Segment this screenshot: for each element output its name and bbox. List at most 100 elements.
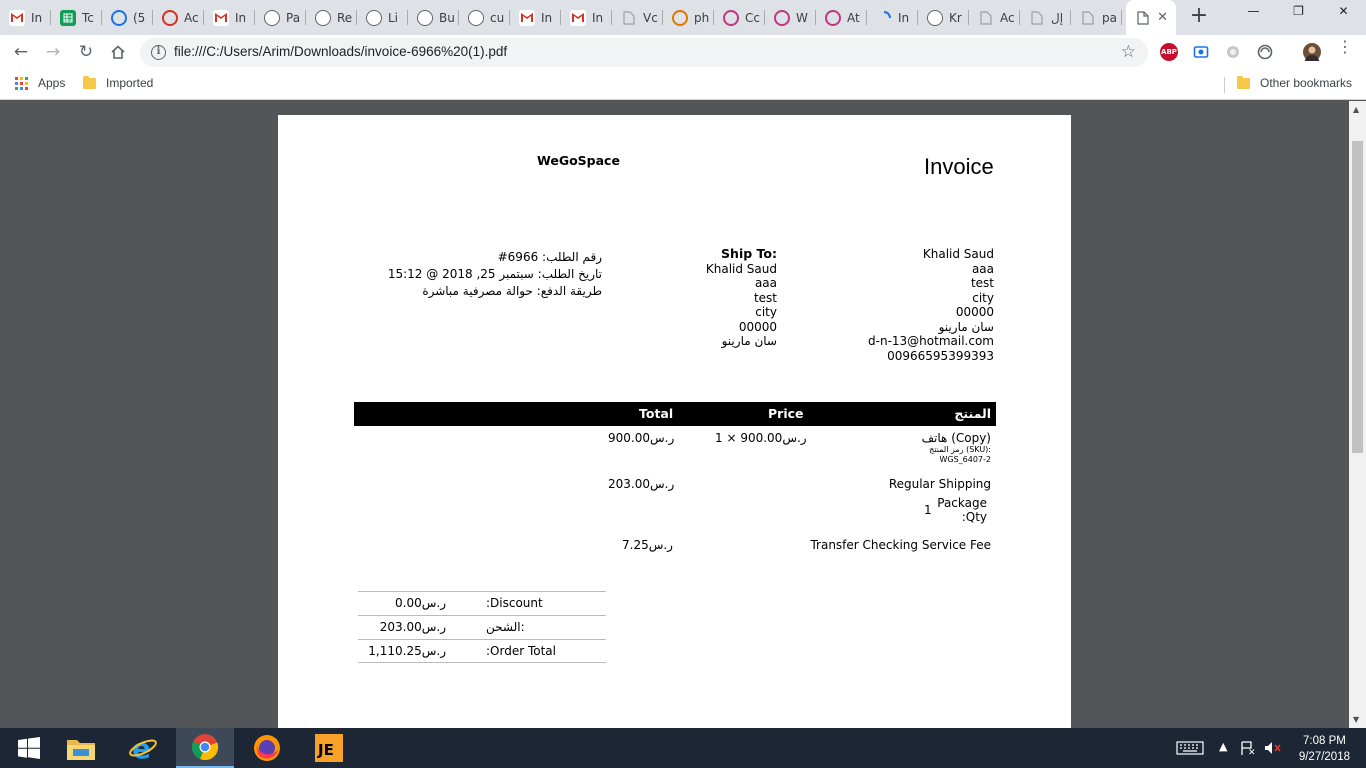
ship-to-line: 00000 — [738, 319, 777, 334]
site-icon — [315, 9, 331, 26]
tab-title: Vc — [643, 10, 658, 25]
taskbar-jetbrains[interactable]: JE — [300, 728, 358, 768]
url-text[interactable]: file:///C:/Users/Arim/Downloads/invoice-… — [174, 44, 507, 59]
taskbar-internet-explorer[interactable]: e — [114, 728, 172, 768]
tab-19[interactable]: Kr — [918, 0, 969, 35]
arrow-right-icon: → — [45, 42, 61, 62]
notification-flag-icon[interactable]: ✕ — [1240, 741, 1256, 758]
tab-16[interactable]: W — [765, 0, 816, 35]
taskbar-firefox[interactable] — [238, 728, 296, 768]
item-name: Transfer Checking Service Fee — [810, 538, 991, 552]
restore-icon[interactable]: ❐ — [1276, 0, 1321, 22]
jetbrains-icon: JE — [315, 734, 343, 762]
tab-6[interactable]: Pa — [255, 0, 306, 35]
totals-value: ر.س0.00 — [395, 596, 446, 610]
item-meta-label-line2: :Qty — [961, 510, 987, 524]
taskbar-chrome[interactable] — [176, 728, 234, 768]
instagram-icon — [774, 9, 790, 26]
tab-12[interactable]: In — [561, 0, 612, 35]
start-button[interactable] — [0, 728, 58, 768]
mail-icon — [111, 9, 127, 26]
column-total: Total — [639, 406, 674, 421]
totals-row-discount: ر.س0.00 :Discount — [358, 591, 606, 615]
items-table-header: المنتج Price Total — [354, 402, 996, 426]
tab-8[interactable]: Li — [357, 0, 408, 35]
browser-menu-icon[interactable]: ⋮ — [1337, 39, 1353, 55]
bookmark-star-icon[interactable]: ☆ — [1121, 42, 1136, 62]
reload-button[interactable]: ↻ — [74, 40, 98, 64]
svg-text:JE: JE — [317, 741, 334, 759]
document-icon — [1029, 10, 1045, 26]
new-tab-button[interactable]: + — [1188, 5, 1210, 28]
billing-address: Khalid Saud aaa test city 00000 سان ماري… — [868, 247, 994, 363]
tab-title: Li — [388, 10, 399, 25]
apps-grid-icon — [15, 76, 28, 90]
back-button[interactable]: ← — [9, 40, 33, 64]
tab-13[interactable]: Vc — [612, 0, 663, 35]
bookmark-apps[interactable]: Apps — [15, 76, 65, 90]
tab-9[interactable]: Bu — [408, 0, 459, 35]
keyboard-icon[interactable] — [1176, 741, 1204, 758]
tray-overflow-icon[interactable]: ▲ — [1219, 740, 1227, 753]
tab-5[interactable]: In — [204, 0, 255, 35]
tab-4[interactable]: Ac — [153, 0, 204, 35]
extension-vpn-icon[interactable] — [1256, 43, 1274, 61]
close-tab-icon[interactable]: ✕ — [1157, 10, 1168, 25]
gmail-icon — [9, 9, 25, 26]
screenshot-extension-icon[interactable] — [1192, 43, 1210, 61]
site-icon — [417, 9, 433, 26]
order-date: تاريخ الطلب: سبتمبر 25, 2018 @ 15:12 — [387, 267, 602, 281]
tab-20[interactable]: Ac — [969, 0, 1020, 35]
tab-title: Kr — [949, 10, 962, 25]
tab-14[interactable]: ph — [663, 0, 714, 35]
viewer-scrollbar[interactable]: ▲ ▼ — [1349, 101, 1366, 728]
file-explorer-icon — [67, 740, 95, 760]
minimize-icon[interactable]: — — [1231, 0, 1276, 22]
scroll-thumb[interactable] — [1352, 141, 1363, 453]
address-bar[interactable]: i file:///C:/Users/Arim/Downloads/invoic… — [140, 38, 1148, 67]
billing-phone: 00966595399393 — [887, 348, 994, 363]
scroll-up-icon[interactable]: ▲ — [1353, 105, 1359, 114]
home-button[interactable] — [106, 40, 130, 64]
tab-10[interactable]: cu — [459, 0, 510, 35]
tab-title: In — [898, 10, 910, 25]
close-window-icon[interactable]: ✕ — [1321, 0, 1366, 22]
pdf-viewer[interactable]: WeGoSpace Invoice رقم الطلب: 6966# تاريخ… — [0, 101, 1366, 728]
tab-22[interactable]: pa — [1071, 0, 1122, 35]
totals-row-shipping: ر.س203.00 الشحن: — [358, 615, 606, 639]
volume-muted-icon[interactable] — [1264, 741, 1282, 758]
adblock-plus-icon[interactable]: ABP — [1160, 43, 1178, 61]
tab-3[interactable]: (5 — [102, 0, 153, 35]
tab-title: Ac — [184, 10, 199, 25]
table-row: Regular Shipping Package :Qty 1 ر.س203.0… — [354, 472, 996, 533]
taskbar-clock[interactable]: 7:08 PM 9/27/2018 — [1299, 733, 1350, 765]
billing-line: test — [970, 276, 994, 290]
bookmark-imported[interactable]: Imported — [83, 75, 153, 90]
tab-21[interactable]: إل — [1020, 0, 1071, 35]
tab-7[interactable]: Re — [306, 0, 357, 35]
item-sku-value: WGS_6407-2 — [939, 455, 991, 464]
forward-button[interactable]: → — [41, 40, 65, 64]
tab-15[interactable]: Cc — [714, 0, 765, 35]
items-table: المنتج Price Total هاتف (Copy) رمز المنت… — [354, 402, 996, 563]
browser-toolbar: ← → ↻ i file:///C:/Users/Arim/Downloads/… — [0, 35, 1366, 70]
tab-1[interactable]: In — [0, 0, 51, 35]
scroll-down-icon[interactable]: ▼ — [1353, 715, 1359, 724]
ship-to-address: Ship To: Khalid Saud aaa test city 00000… — [706, 246, 777, 349]
billing-email: d-n-13@hotmail.com — [868, 334, 994, 348]
bookmark-other-label: Other bookmarks — [1260, 76, 1353, 90]
tab-18[interactable]: In — [867, 0, 918, 35]
document-icon — [1135, 10, 1151, 26]
tab-2[interactable]: Tc — [51, 0, 102, 35]
info-icon[interactable]: i — [151, 45, 166, 60]
site-icon — [366, 9, 382, 26]
tab-11[interactable]: In — [510, 0, 561, 35]
profile-avatar[interactable] — [1303, 43, 1321, 61]
tab-active-invoice-pdf[interactable]: ✕ — [1126, 0, 1176, 35]
bookmark-other[interactable]: Other bookmarks — [1237, 75, 1353, 90]
taskbar-file-explorer[interactable] — [52, 728, 110, 768]
gmail-icon — [570, 9, 586, 26]
tab-title: cu — [490, 10, 505, 25]
extension-circle-icon[interactable] — [1224, 43, 1242, 61]
tab-17[interactable]: At — [816, 0, 867, 35]
